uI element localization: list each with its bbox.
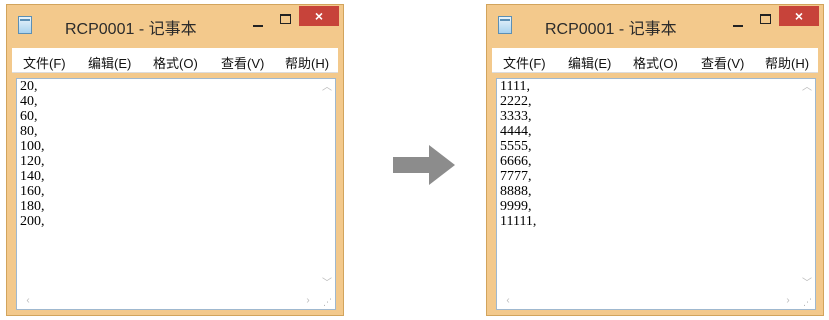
notepad-icon xyxy=(18,16,32,34)
scroll-right-arrow-icon[interactable]: › xyxy=(783,296,793,306)
menu-bar: 文件(F) 编辑(E) 格式(O) 查看(V) 帮助(H) xyxy=(492,48,818,73)
menu-view[interactable]: 查看(V) xyxy=(221,53,264,72)
menu-help[interactable]: 帮助(H) xyxy=(765,53,809,72)
window-title: RCP0001 - 记事本 xyxy=(65,21,197,38)
scroll-up-arrow-icon[interactable]: ︿ xyxy=(322,83,332,93)
scroll-left-arrow-icon[interactable]: ‹ xyxy=(23,296,33,306)
menu-bar: 文件(F) 编辑(E) 格式(O) 查看(V) 帮助(H) xyxy=(12,48,338,73)
scroll-right-arrow-icon[interactable]: › xyxy=(303,296,313,306)
notepad-window-after: RCP0001 - 记事本 × 文件(F) 编辑(E) 格式(O) 查看(V) … xyxy=(486,4,824,316)
vertical-scrollbar[interactable]: ︿ ﹀ xyxy=(319,79,335,293)
vertical-scrollbar[interactable]: ︿ ﹀ xyxy=(799,79,815,293)
menu-format[interactable]: 格式(O) xyxy=(633,53,678,72)
text-content[interactable]: 20, 40, 60, 80, 100, 120, 140, 160, 180,… xyxy=(20,79,45,229)
menu-file[interactable]: 文件(F) xyxy=(23,53,66,72)
menu-help[interactable]: 帮助(H) xyxy=(285,53,329,72)
close-button[interactable]: × xyxy=(779,6,819,26)
notepad-window-before: RCP0001 - 记事本 × 文件(F) 编辑(E) 格式(O) 查看(V) … xyxy=(6,4,344,316)
scroll-down-arrow-icon[interactable]: ﹀ xyxy=(322,279,332,289)
menu-edit[interactable]: 编辑(E) xyxy=(568,53,611,72)
title-bar[interactable]: RCP0001 - 记事本 × xyxy=(7,5,343,45)
menu-file[interactable]: 文件(F) xyxy=(503,53,546,72)
horizontal-scrollbar[interactable]: ‹ › xyxy=(17,293,319,309)
scroll-up-arrow-icon[interactable]: ︿ xyxy=(802,83,812,93)
arrow-right-icon xyxy=(393,145,455,185)
minimize-button[interactable] xyxy=(727,13,749,33)
text-editor[interactable]: 1111, 2222, 3333, 4444, 5555, 6666, 7777… xyxy=(496,78,816,310)
menu-format[interactable]: 格式(O) xyxy=(153,53,198,72)
title-bar[interactable]: RCP0001 - 记事本 × xyxy=(487,5,823,45)
menu-view[interactable]: 查看(V) xyxy=(701,53,744,72)
text-content[interactable]: 1111, 2222, 3333, 4444, 5555, 6666, 7777… xyxy=(500,79,536,229)
menu-edit[interactable]: 编辑(E) xyxy=(88,53,131,72)
window-title: RCP0001 - 记事本 xyxy=(545,21,677,38)
maximize-button[interactable] xyxy=(275,11,297,31)
text-editor[interactable]: 20, 40, 60, 80, 100, 120, 140, 160, 180,… xyxy=(16,78,336,310)
horizontal-scrollbar[interactable]: ‹ › xyxy=(497,293,799,309)
resize-grip-icon[interactable]: ⋰ xyxy=(803,297,813,307)
close-button[interactable]: × xyxy=(299,6,339,26)
notepad-icon xyxy=(498,16,512,34)
resize-grip-icon[interactable]: ⋰ xyxy=(323,297,333,307)
scroll-down-arrow-icon[interactable]: ﹀ xyxy=(802,279,812,289)
scroll-left-arrow-icon[interactable]: ‹ xyxy=(503,296,513,306)
minimize-button[interactable] xyxy=(247,13,269,33)
maximize-button[interactable] xyxy=(755,11,777,31)
